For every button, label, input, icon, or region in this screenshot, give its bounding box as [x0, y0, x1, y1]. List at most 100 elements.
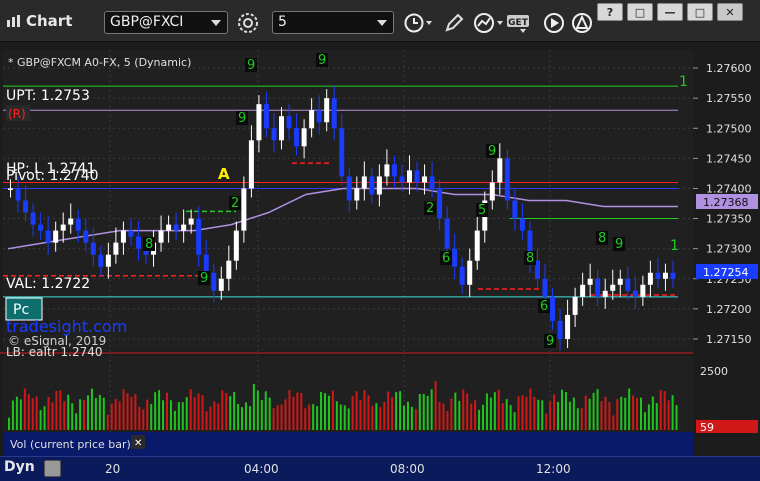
volume-bar [181, 402, 184, 430]
time-label-20: 20 [105, 462, 121, 476]
chart-window: Chart GBP@FXCI 5 GET ? □ — □ ✕ 9 9 9 2 8… [0, 0, 760, 481]
time-axis-bar: Dyn 20 04:00 08:00 12:00 [0, 456, 760, 481]
lb-label: LB: eaItr 1.2740 [6, 345, 103, 359]
price-tick-label: 1.27150 [706, 333, 752, 346]
volume-bar [288, 390, 291, 430]
candle-body [294, 128, 300, 147]
volume-bar [628, 388, 631, 430]
help-button[interactable]: ? [597, 3, 623, 21]
volume-bar [466, 393, 469, 430]
price-tick-label: 1.27200 [706, 303, 752, 316]
draw-button[interactable] [440, 11, 468, 35]
volume-bar [351, 396, 354, 430]
candle-body [647, 272, 653, 285]
volume-bar [564, 392, 567, 430]
count-marker: 9 [488, 144, 496, 159]
volume-bar [604, 396, 607, 430]
volume-bar [51, 402, 54, 430]
volume-bar [138, 406, 141, 430]
candle-body [670, 272, 676, 279]
volume-bar [363, 390, 366, 430]
volume-bar [655, 403, 658, 430]
count-marker: 9 [238, 111, 246, 126]
candle-body [489, 182, 495, 201]
maximize-button[interactable]: □ [687, 3, 713, 21]
volume-bar [493, 392, 496, 430]
alert-button[interactable] [568, 11, 596, 35]
candle-body [233, 230, 239, 261]
candle-body [90, 242, 96, 255]
chart-canvas[interactable]: 9 99289269588 969 * GBP@FXCM A0-FX, 5 (Dyn… [0, 42, 760, 456]
volume-bar [35, 396, 38, 430]
candle-body [226, 260, 232, 279]
volume-bar [470, 403, 473, 430]
volume-bar [355, 391, 358, 430]
candle-body [120, 230, 126, 243]
time-button[interactable] [400, 11, 436, 35]
volume-bar [588, 398, 591, 430]
volume-bar [600, 401, 603, 430]
volume-bar [189, 389, 192, 430]
volume-bar [450, 398, 453, 430]
candle-body [550, 296, 556, 321]
volume-bar [521, 395, 524, 430]
volume-bar [272, 408, 275, 430]
chevron-down-icon [211, 20, 221, 26]
count-marker: 8 [145, 237, 153, 252]
count-marker: 9 [200, 271, 208, 286]
link-button[interactable]: □ [627, 3, 653, 21]
candle-body [655, 272, 661, 279]
volume-bar [185, 397, 188, 430]
volume-bar [292, 396, 295, 430]
candle-body [437, 188, 443, 219]
volume-bar [213, 401, 216, 430]
count-marker: 8 [598, 231, 606, 246]
volume-bar [418, 393, 421, 430]
symbol-select[interactable]: GBP@FXCI [104, 11, 228, 34]
play-button[interactable] [540, 11, 568, 35]
get-button[interactable]: GET [506, 11, 536, 35]
minimize-button[interactable]: — [657, 3, 683, 21]
last-price: 1.27254 [703, 266, 749, 279]
volume-bar [513, 412, 516, 430]
lock-icon[interactable] [44, 460, 61, 477]
volume-bar [197, 393, 200, 430]
pencil-icon [445, 13, 464, 32]
volume-bar [75, 413, 78, 430]
candle-body [218, 278, 224, 291]
volume-bar [114, 398, 117, 430]
candle-body [557, 320, 563, 339]
alert-icon [572, 13, 592, 33]
volume-bar [647, 404, 650, 430]
volume-bar [576, 408, 579, 430]
volume-bar [442, 403, 445, 430]
count-marker: 9 [318, 53, 326, 68]
volume-bar [485, 393, 488, 430]
help-label: ? [606, 5, 614, 19]
volume-bar [154, 392, 157, 430]
r-badge: (R) [8, 107, 26, 121]
candle-body [324, 98, 330, 123]
volume-bar [205, 411, 208, 430]
play-icon [544, 13, 564, 33]
close-button[interactable]: ✕ [717, 3, 743, 21]
time-label-0400: 04:00 [244, 462, 279, 476]
chart-app-icon [7, 15, 20, 27]
volume-bar [568, 401, 571, 430]
candle-body [263, 104, 269, 129]
volume-bar [177, 402, 180, 430]
volume-bar [31, 398, 34, 430]
candle-body [565, 314, 571, 339]
study-button[interactable] [472, 11, 506, 35]
price-tick-label: 1.27550 [706, 92, 752, 105]
candle-body [414, 170, 420, 183]
symbol-value: GBP@FXCI [110, 14, 184, 30]
volume-bar [122, 389, 125, 430]
a-marker: A [218, 165, 230, 183]
dyn-button[interactable]: Dyn [4, 459, 35, 475]
volume-bar [237, 403, 240, 430]
settings-button[interactable] [234, 11, 262, 35]
count-marker: 2 [231, 196, 239, 211]
interval-select[interactable]: 5 [272, 11, 394, 34]
volume-bar [47, 397, 50, 430]
